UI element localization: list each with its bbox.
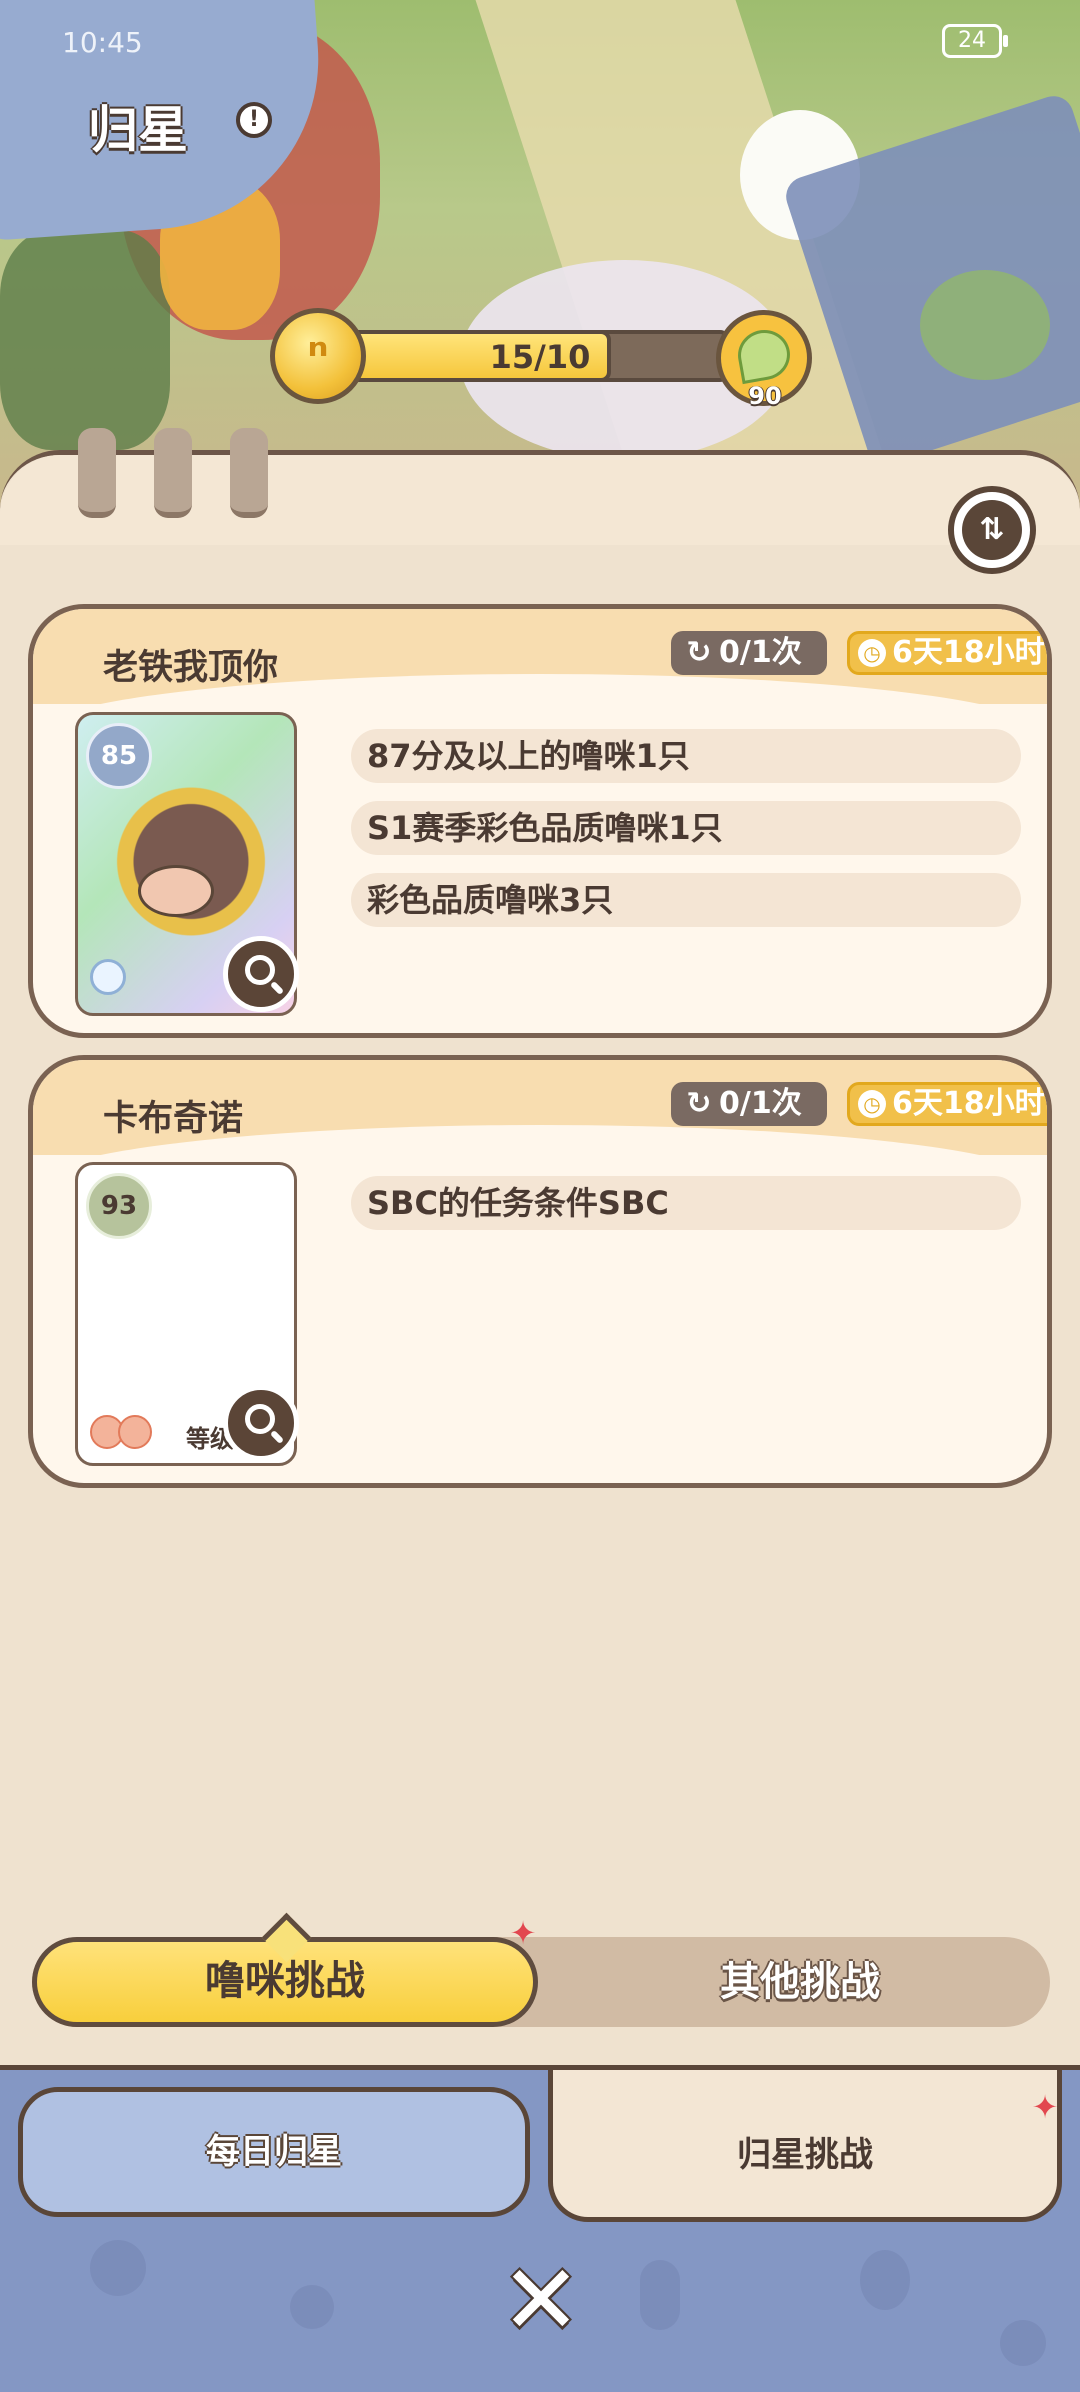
time-left-badge: ◷ 6天18小时: [847, 1082, 1047, 1126]
zoom-button[interactable]: [223, 936, 299, 1012]
refresh-icon: ↻: [686, 635, 712, 670]
tab-daily[interactable]: 每日归星: [18, 2087, 530, 2217]
season-icon: [90, 959, 126, 995]
status-time: 10:45: [62, 26, 143, 59]
score-badge: 93: [86, 1173, 152, 1239]
sparkle-icon: ✦: [509, 1914, 537, 1952]
close-icon[interactable]: ✕: [496, 2252, 586, 2348]
attempts-badge: ↻ 0/1次: [671, 631, 827, 675]
requirement-item: SBC的任务条件SBC: [351, 1176, 1021, 1230]
challenge-card[interactable]: 老铁我顶你 ↻ 0/1次 ◷ 6天18小时 85 87分及以上的噜咪1只 S1赛季彩…: [28, 604, 1052, 1038]
requirement-item: 彩色品质噜咪3只: [351, 873, 1021, 927]
search-icon: [245, 955, 275, 985]
tab-challenge[interactable]: 归星挑战: [548, 2070, 1062, 2222]
attempts-text: 0/1次: [719, 1086, 802, 1121]
progress-text: 15/10: [489, 338, 591, 376]
time-left-text: 6天18小时: [892, 635, 1045, 670]
challenge-card[interactable]: 卡布奇诺 ↻ 0/1次 ◷ 6天18小时 93 等级 SBC的任务条件SBC: [28, 1055, 1052, 1488]
time-left-text: 6天18小时: [892, 1086, 1045, 1121]
card-title: 老铁我顶你: [103, 648, 279, 688]
attempts-badge: ↻ 0/1次: [671, 1082, 827, 1126]
requirement-item: 87分及以上的噜咪1只: [351, 729, 1021, 783]
clock-icon: ◷: [858, 1090, 886, 1118]
info-icon[interactable]: !: [236, 102, 272, 138]
refresh-icon: ↻: [686, 1086, 712, 1121]
reward-count: 90: [748, 382, 782, 410]
search-icon: [245, 1404, 275, 1434]
star-coin-icon: ⁿ: [270, 308, 366, 404]
sort-icon: ⇅: [962, 500, 1022, 560]
binder-ring: [154, 428, 192, 518]
fire-icon: [118, 1415, 152, 1449]
clock-icon: ◷: [858, 639, 886, 667]
binder-ring: [230, 428, 268, 518]
card-title: 卡布奇诺: [103, 1099, 244, 1139]
tab-other-challenge[interactable]: 其他挑战: [560, 1937, 1040, 2027]
page-title: 归星: [88, 101, 188, 159]
creature-face: [138, 865, 214, 917]
zoom-button[interactable]: [223, 1385, 299, 1461]
binder-ring: [78, 428, 116, 518]
time-left-badge: ◷ 6天18小时: [847, 631, 1047, 675]
requirement-item: S1赛季彩色品质噜咪1只: [351, 801, 1021, 855]
battery-icon: 24: [942, 24, 1008, 58]
sparkle-icon: ✦: [1031, 2088, 1059, 2126]
score-badge: 85: [86, 723, 152, 789]
tab-creature-challenge[interactable]: 噜咪挑战: [32, 1937, 538, 2027]
attempts-text: 0/1次: [719, 635, 802, 670]
